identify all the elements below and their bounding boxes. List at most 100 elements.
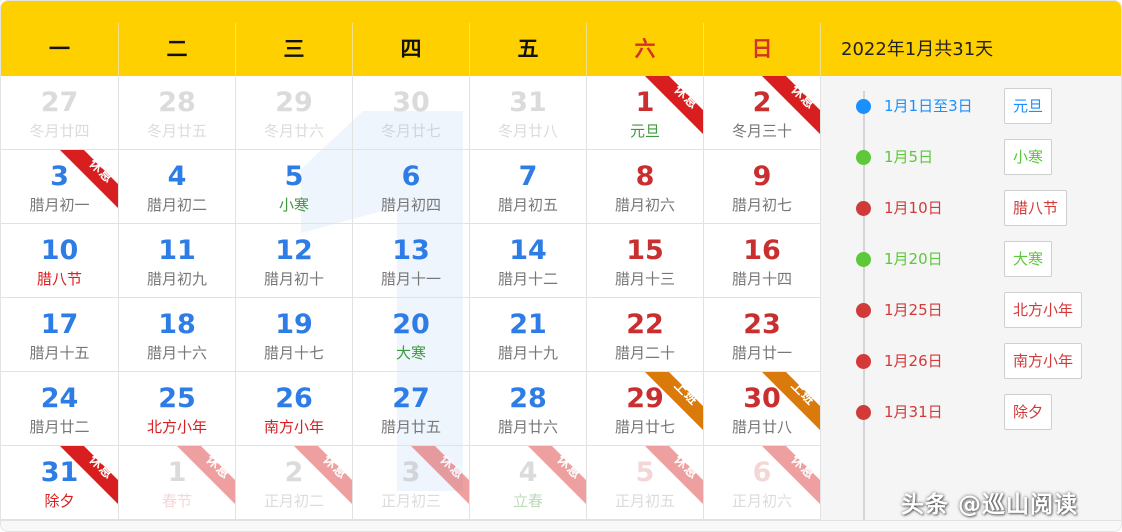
day-cell[interactable]: 14 腊月十二 bbox=[470, 224, 587, 298]
day-cell[interactable]: 27 腊月廿五 bbox=[353, 372, 470, 446]
lunar-label: 腊月十一 bbox=[380, 270, 441, 288]
day-cell[interactable]: 2 正月初二 休息 bbox=[236, 446, 353, 520]
day-cell[interactable]: 19 腊月十七 bbox=[236, 298, 353, 372]
day-number: 5 bbox=[284, 161, 304, 192]
day-cell[interactable]: 5 正月初五 休息 bbox=[587, 446, 704, 520]
lunar-label: 冬月廿六 bbox=[263, 122, 324, 140]
day-cell[interactable]: 1 春节 休息 bbox=[119, 446, 236, 520]
event-dot-icon bbox=[856, 405, 871, 420]
day-number: 17 bbox=[40, 309, 79, 340]
day-cell[interactable]: 28 冬月廿五 bbox=[119, 76, 236, 150]
event-item: 1月31日 除夕 bbox=[856, 394, 1116, 430]
lunar-label: 腊月初五 bbox=[497, 196, 558, 214]
day-cell[interactable]: 26 南方小年 bbox=[236, 372, 353, 446]
day-cell[interactable]: 29 冬月廿六 bbox=[236, 76, 353, 150]
lunar-label: 北方小年 bbox=[146, 418, 207, 436]
rest-ribbon: 休息 bbox=[60, 150, 118, 208]
day-cell[interactable]: 25 北方小年 bbox=[119, 372, 236, 446]
event-date: 1月31日 bbox=[884, 403, 943, 421]
day-cell[interactable]: 18 腊月十六 bbox=[119, 298, 236, 372]
day-cell[interactable]: 1 元旦 休息 bbox=[587, 76, 704, 150]
day-number: 23 bbox=[743, 309, 781, 340]
event-tag-button[interactable]: 除夕 bbox=[1004, 394, 1053, 430]
day-cell[interactable]: 7 腊月初五 bbox=[470, 150, 587, 224]
day-number: 10 bbox=[40, 235, 79, 266]
rest-ribbon: 休息 bbox=[294, 446, 352, 504]
event-dot-icon bbox=[856, 303, 871, 318]
day-cell[interactable]: 11 腊月初九 bbox=[119, 224, 236, 298]
lunar-label: 腊月廿五 bbox=[380, 418, 441, 436]
day-number: 25 bbox=[158, 383, 196, 414]
lunar-label: 腊月初四 bbox=[380, 196, 441, 214]
day-cell[interactable]: 8 腊月初六 bbox=[587, 150, 704, 224]
day-cell[interactable]: 6 正月初六 休息 bbox=[704, 446, 821, 520]
day-cell[interactable]: 4 腊月初二 bbox=[119, 150, 236, 224]
day-cell[interactable]: 13 腊月十一 bbox=[353, 224, 470, 298]
lunar-label: 腊月十七 bbox=[263, 344, 324, 362]
event-tag-button[interactable]: 大寒 bbox=[1004, 241, 1053, 277]
event-date: 1月1日至3日 bbox=[884, 97, 973, 115]
day-cell[interactable]: 23 腊月廿一 bbox=[704, 298, 821, 372]
event-item: 1月26日 南方小年 bbox=[856, 343, 1116, 379]
day-cell[interactable]: 12 腊月初十 bbox=[236, 224, 353, 298]
day-cell[interactable]: 16 腊月十四 bbox=[704, 224, 821, 298]
event-tag-button[interactable]: 元旦 bbox=[1004, 88, 1053, 124]
event-tag-button[interactable]: 南方小年 bbox=[1004, 343, 1083, 379]
day-cell[interactable]: 9 腊月初七 bbox=[704, 150, 821, 224]
rest-ribbon: 休息 bbox=[528, 446, 586, 504]
lunar-label: 腊月初六 bbox=[614, 196, 675, 214]
day-cell[interactable]: 27 冬月廿四 bbox=[1, 76, 119, 150]
day-number: 28 bbox=[509, 383, 547, 414]
day-cell[interactable]: 5 小寒 bbox=[236, 150, 353, 224]
day-cell[interactable]: 20 大寒 bbox=[353, 298, 470, 372]
lunar-label: 冬月廿七 bbox=[380, 122, 441, 140]
event-item: 1月5日 小寒 bbox=[856, 139, 1116, 175]
weekday-sun: 日 bbox=[704, 23, 821, 76]
event-item: 1月10日 腊八节 bbox=[856, 190, 1116, 226]
day-cell[interactable]: 24 腊月廿二 bbox=[1, 372, 119, 446]
day-cell[interactable]: 2 冬月三十 休息 bbox=[704, 76, 821, 150]
event-dot-icon bbox=[856, 201, 871, 216]
day-cell[interactable]: 17 腊月十五 bbox=[1, 298, 119, 372]
day-cell[interactable]: 6 腊月初四 bbox=[353, 150, 470, 224]
day-number: 7 bbox=[518, 161, 538, 192]
day-cell[interactable]: 31 除夕 休息 bbox=[1, 446, 119, 520]
month-title: 2022年1月共31天 bbox=[841, 39, 994, 60]
day-cell[interactable]: 4 立春 休息 bbox=[470, 446, 587, 520]
day-cell[interactable]: 30 腊月廿八 上班 bbox=[704, 372, 821, 446]
rest-ribbon: 休息 bbox=[762, 76, 820, 134]
lunar-label: 腊月初九 bbox=[146, 270, 207, 288]
event-tag-button[interactable]: 北方小年 bbox=[1004, 292, 1083, 328]
rest-ribbon: 休息 bbox=[177, 446, 235, 504]
day-number: 24 bbox=[40, 383, 79, 414]
lunar-label: 腊月十六 bbox=[146, 344, 207, 362]
event-tag-button[interactable]: 小寒 bbox=[1004, 139, 1053, 175]
day-cell[interactable]: 3 正月初三 休息 bbox=[353, 446, 470, 520]
day-number: 20 bbox=[392, 309, 430, 340]
event-dot-icon bbox=[856, 150, 871, 165]
day-cell[interactable]: 10 腊八节 bbox=[1, 224, 119, 298]
day-cell[interactable]: 30 冬月廿七 bbox=[353, 76, 470, 150]
day-cell[interactable]: 29 腊月廿七 上班 bbox=[587, 372, 704, 446]
day-number: 4 bbox=[167, 161, 187, 192]
day-cell[interactable]: 21 腊月十九 bbox=[470, 298, 587, 372]
day-cell[interactable]: 28 腊月廿六 bbox=[470, 372, 587, 446]
day-number: 14 bbox=[509, 235, 547, 266]
lunar-label: 腊月十四 bbox=[731, 270, 792, 288]
day-number: 18 bbox=[158, 309, 196, 340]
day-cell[interactable]: 31 冬月廿八 bbox=[470, 76, 587, 150]
event-tag-button[interactable]: 腊八节 bbox=[1004, 190, 1068, 226]
day-cell[interactable]: 3 腊月初一 休息 bbox=[1, 150, 119, 224]
day-cell[interactable]: 15 腊月十三 bbox=[587, 224, 704, 298]
day-number: 31 bbox=[509, 87, 547, 118]
day-number: 13 bbox=[392, 235, 430, 266]
lunar-label: 腊月十五 bbox=[29, 344, 90, 362]
event-item: 1月20日 大寒 bbox=[856, 241, 1116, 277]
day-number: 16 bbox=[743, 235, 781, 266]
weekday-mon: 一 bbox=[1, 23, 119, 76]
weekday-header: 一 二 三 四 五 六 日 2022年1月共31天 bbox=[1, 23, 1121, 76]
day-number: 11 bbox=[158, 235, 196, 266]
lunar-label: 腊月十二 bbox=[497, 270, 558, 288]
day-number: 27 bbox=[392, 383, 430, 414]
day-cell[interactable]: 22 腊月二十 bbox=[587, 298, 704, 372]
